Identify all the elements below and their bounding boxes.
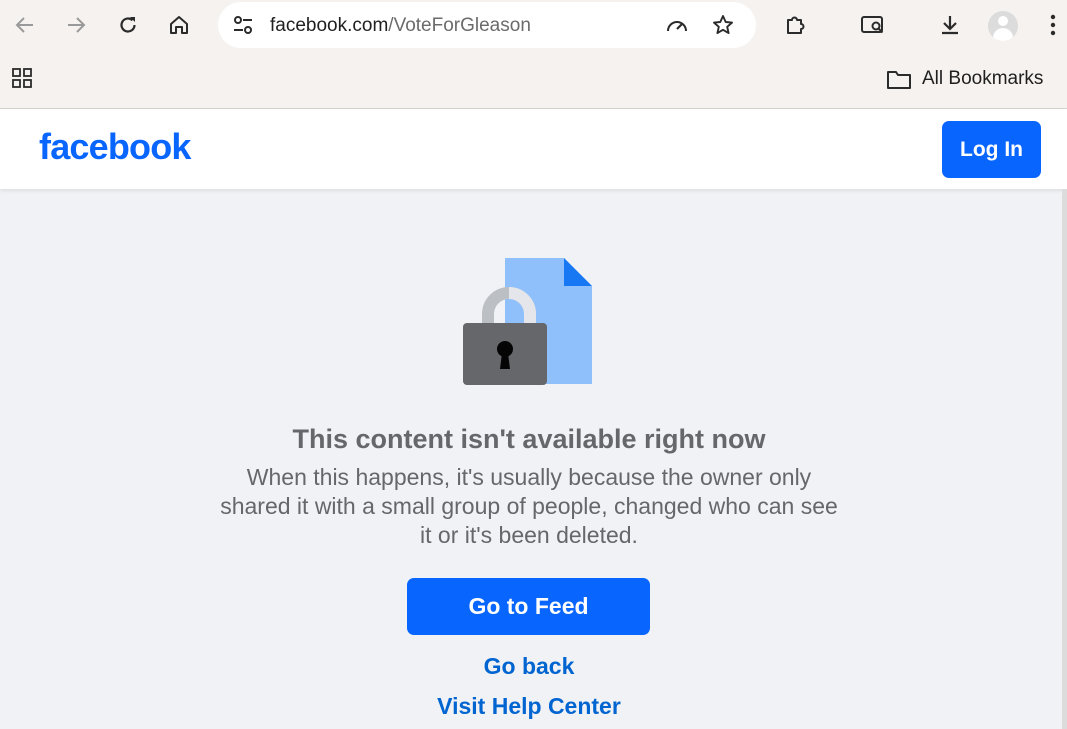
back-button[interactable] bbox=[8, 8, 42, 42]
url-domain: facebook.com bbox=[270, 15, 389, 36]
tab-search-icon bbox=[861, 16, 884, 34]
extensions-button[interactable] bbox=[779, 8, 813, 42]
kebab-menu-icon bbox=[1050, 14, 1056, 36]
bookmark-star-button[interactable] bbox=[706, 8, 740, 42]
performance-button[interactable] bbox=[660, 8, 694, 42]
reload-button[interactable] bbox=[111, 8, 145, 42]
all-bookmarks-button[interactable]: All Bookmarks bbox=[886, 64, 1043, 94]
forward-button[interactable] bbox=[59, 8, 93, 42]
log-in-button[interactable]: Log In bbox=[942, 121, 1041, 178]
avatar-shoulders bbox=[993, 28, 1013, 41]
folder-icon bbox=[887, 71, 911, 89]
arrow-left-icon bbox=[15, 17, 33, 33]
locked-document-icon bbox=[463, 258, 592, 385]
facebook-header: facebook Log In bbox=[0, 109, 1067, 189]
menu-button[interactable] bbox=[1036, 8, 1067, 42]
home-button[interactable] bbox=[162, 8, 196, 42]
url-path: /VoteForGleason bbox=[388, 15, 531, 36]
downloads-button[interactable] bbox=[933, 8, 967, 42]
address-bar[interactable]: facebook.com/VoteForGleason bbox=[218, 2, 756, 48]
reload-icon bbox=[120, 17, 136, 33]
facebook-logo[interactable]: facebook bbox=[39, 126, 191, 168]
star-icon bbox=[713, 15, 733, 35]
page-scrollbar[interactable] bbox=[1062, 189, 1067, 729]
arrow-right-icon bbox=[68, 17, 86, 33]
puzzle-icon bbox=[787, 16, 805, 34]
go-to-feed-button[interactable]: Go to Feed bbox=[407, 578, 650, 635]
home-icon bbox=[170, 16, 188, 34]
gauge-icon bbox=[667, 21, 687, 32]
all-bookmarks-label: All Bookmarks bbox=[922, 68, 1044, 89]
visit-help-center-link[interactable]: Visit Help Center bbox=[0, 693, 1058, 720]
page-message: When this happens, it's usually because … bbox=[220, 464, 838, 548]
avatar-head bbox=[998, 16, 1008, 26]
profile-avatar-icon[interactable] bbox=[988, 11, 1018, 41]
go-back-link[interactable]: Go back bbox=[0, 653, 1058, 680]
tune-icon bbox=[234, 16, 252, 34]
url-text[interactable]: facebook.com/VoteForGleason bbox=[270, 15, 531, 37]
site-info-button[interactable] bbox=[226, 8, 260, 42]
page-title: This content isn't available right now bbox=[292, 424, 766, 454]
apps-button[interactable] bbox=[8, 64, 36, 92]
tab-search-button[interactable] bbox=[856, 8, 890, 42]
browser-toolbar: facebook.com/VoteForGleason All Bookmark… bbox=[0, 0, 1067, 109]
download-icon bbox=[942, 16, 958, 35]
apps-grid-icon bbox=[12, 68, 32, 88]
